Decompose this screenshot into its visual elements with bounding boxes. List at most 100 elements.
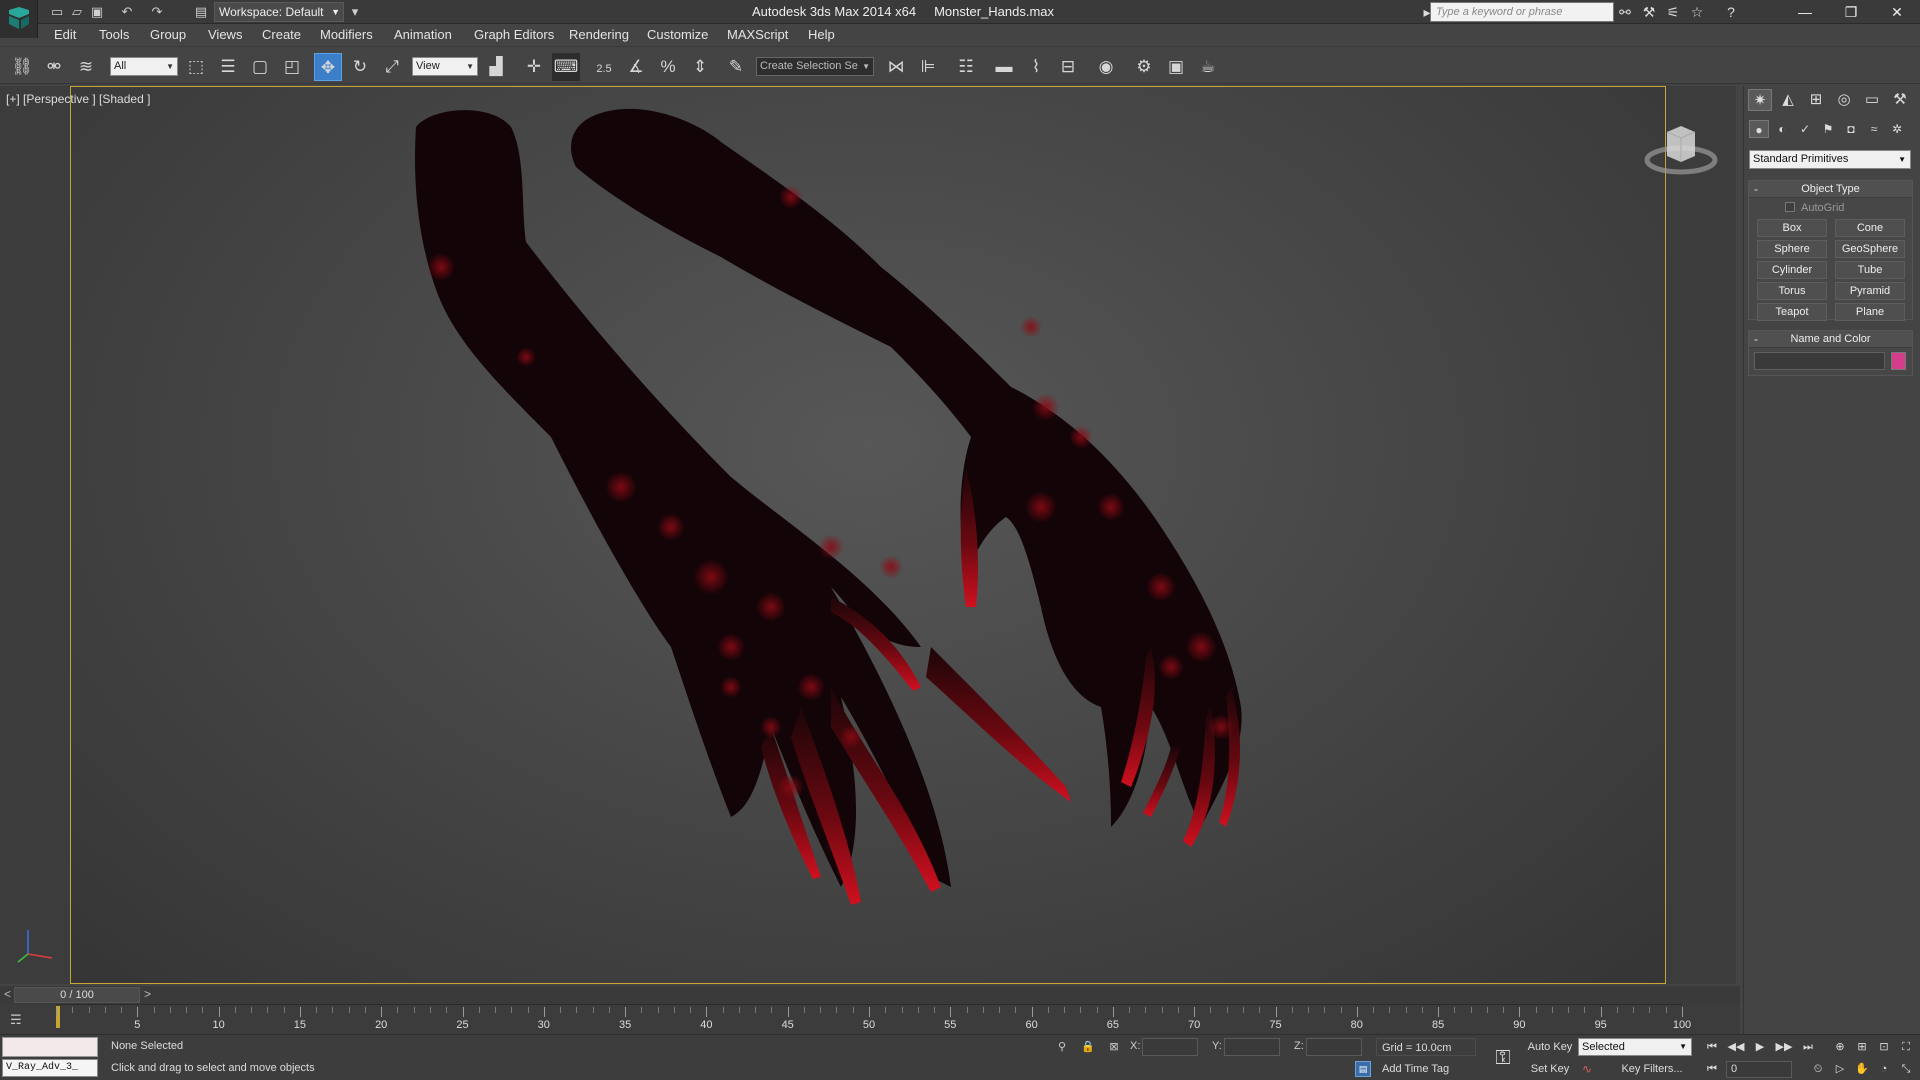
current-frame-field[interactable]: 0 [1726, 1061, 1792, 1078]
time-slider[interactable]: < 0 / 100 > [0, 986, 1740, 1004]
y-coord-field[interactable] [1224, 1038, 1280, 1056]
edit-named-selection-icon[interactable]: ✎ [722, 53, 750, 81]
keyboard-shortcut-override-icon[interactable]: ⌨ [552, 53, 580, 81]
previous-frame-icon[interactable]: ◀◀ [1726, 1038, 1746, 1056]
menu-rendering[interactable]: Rendering [569, 27, 629, 42]
menu-create[interactable]: Create [262, 27, 301, 42]
menu-maxscript[interactable]: MAXScript [727, 27, 788, 42]
next-frame-icon[interactable]: ▶▶ [1774, 1038, 1794, 1056]
render-setup-icon[interactable]: ⚙ [1130, 53, 1158, 81]
mirror-icon[interactable]: ⋈ [882, 53, 910, 81]
menu-animation[interactable]: Animation [394, 27, 452, 42]
save-file-icon[interactable]: ▣ [88, 3, 106, 21]
torus-button[interactable]: Torus [1757, 282, 1827, 300]
zoom-region-icon[interactable]: ⊡ [1874, 1038, 1894, 1056]
trackbar[interactable]: ☴ 5 10 15 20 25 30 35 40 45 50 55 60 65 70 75 80 85 90 95 1… [0, 1004, 1740, 1034]
object-name-field[interactable] [1754, 352, 1885, 370]
quick-access-dropdown-icon[interactable]: ▾ [346, 3, 364, 21]
close-button[interactable]: ✕ [1874, 0, 1920, 24]
object-type-rollout-header[interactable]: - Object Type [1749, 181, 1912, 198]
plane-button[interactable]: Plane [1835, 303, 1905, 321]
curve-editor-icon[interactable]: ⌇ [1022, 53, 1050, 81]
motion-tab-icon[interactable]: ◎ [1832, 89, 1856, 111]
percent-snap-icon[interactable]: % [654, 53, 682, 81]
reference-coordinate-dropdown[interactable]: View ▼ [412, 57, 478, 76]
bind-space-warp-icon[interactable]: ≋ [72, 53, 100, 81]
go-to-start-icon[interactable]: ⏮ [1702, 1038, 1722, 1056]
menu-modifiers[interactable]: Modifiers [320, 27, 373, 42]
render-production-icon[interactable]: ☕ [1194, 53, 1222, 81]
maximize-viewport-icon[interactable]: ⛶ [1896, 1038, 1916, 1056]
favorites-star-icon[interactable]: ☆ [1688, 3, 1706, 21]
help-icon[interactable]: ? [1722, 3, 1740, 21]
select-and-rotate-icon[interactable]: ↻ [346, 53, 374, 81]
default-in-out-tangents-icon[interactable]: ∿ [1582, 1060, 1602, 1078]
time-tag-icon[interactable]: ▤ [1355, 1061, 1371, 1077]
layer-manager-icon[interactable]: ☷ [952, 53, 980, 81]
menu-group[interactable]: Group [150, 27, 186, 42]
isolate-selection-icon[interactable]: ⚲ [1054, 1039, 1070, 1055]
select-and-manipulate-icon[interactable]: ✛ [520, 53, 548, 81]
zoom-extents-icon[interactable]: ⊕ [1830, 1038, 1850, 1056]
cameras-category-icon[interactable]: ⚑ [1818, 120, 1838, 138]
add-time-tag-button[interactable]: Add Time Tag [1382, 1063, 1449, 1075]
communication-center-icon[interactable]: ⚟ [1664, 3, 1682, 21]
window-crossing-icon[interactable]: ◰ [278, 53, 306, 81]
schematic-view-icon[interactable]: ⊟ [1054, 53, 1082, 81]
pyramid-button[interactable]: Pyramid [1835, 282, 1905, 300]
field-of-view-icon[interactable]: ▷ [1830, 1060, 1850, 1078]
redo-icon[interactable]: ↷ [148, 3, 166, 21]
primitive-category-dropdown[interactable]: Standard Primitives ▼ [1749, 150, 1911, 169]
unlink-icon[interactable]: ⚮ [40, 53, 68, 81]
material-editor-icon[interactable]: ◉ [1092, 53, 1120, 81]
maxscript-listener-mini[interactable] [2, 1037, 98, 1057]
min-max-toggle-icon[interactable]: ⤡ [1896, 1060, 1916, 1078]
utilities-tab-icon[interactable]: ⚒ [1888, 89, 1912, 111]
lights-category-icon[interactable]: ✓ [1795, 120, 1815, 138]
create-tab-icon[interactable]: ✷ [1748, 89, 1772, 111]
rendered-frame-window-icon[interactable]: ▣ [1162, 53, 1190, 81]
menu-graph-editors[interactable]: Graph Editors [474, 27, 554, 42]
open-file-icon[interactable]: ▱ [68, 3, 86, 21]
systems-category-icon[interactable]: ✲ [1887, 120, 1907, 138]
cone-button[interactable]: Cone [1835, 219, 1905, 237]
key-mode-toggle-icon[interactable]: ⏮ [1702, 1060, 1722, 1078]
select-and-scale-icon[interactable]: ⤢ [378, 53, 406, 81]
set-keys-key-icon[interactable]: ⚿ [1488, 1047, 1518, 1069]
orbit-icon[interactable]: ◔ [1874, 1060, 1894, 1078]
menu-help[interactable]: Help [808, 27, 835, 42]
key-mode-dropdown[interactable]: Selected ▼ [1578, 1038, 1692, 1056]
graphite-ribbon-icon[interactable]: ▬ [990, 53, 1018, 81]
maxscript-field[interactable]: V_Ray_Adv_3_ [2, 1059, 98, 1077]
angle-snap-icon[interactable]: ∡ [622, 53, 650, 81]
pan-view-icon[interactable]: ✋ [1852, 1060, 1872, 1078]
time-configuration-icon[interactable]: ⏲ [1808, 1060, 1828, 1078]
object-color-swatch[interactable] [1891, 352, 1906, 370]
select-and-move-icon[interactable]: ✥ [314, 53, 342, 81]
zoom-all-icon[interactable]: ⊞ [1852, 1038, 1872, 1056]
snaps-toggle-icon[interactable]: 2.5 [590, 53, 618, 81]
selection-lock-icon[interactable]: 🔒 [1080, 1039, 1096, 1055]
spinner-snap-icon[interactable]: ⇕ [686, 53, 714, 81]
app-menu-button[interactable] [0, 0, 38, 38]
perspective-viewport[interactable] [70, 86, 1666, 984]
hierarchy-tab-icon[interactable]: ⊞ [1804, 89, 1828, 111]
selection-filter-dropdown[interactable]: All ▼ [110, 57, 178, 76]
pivot-center-icon[interactable]: ▟ [482, 53, 510, 81]
cylinder-button[interactable]: Cylinder [1757, 261, 1827, 279]
project-folder-icon[interactable]: ▤ [192, 3, 210, 21]
restore-button[interactable]: ❐ [1828, 0, 1874, 24]
shapes-category-icon[interactable]: ◐ [1772, 120, 1792, 138]
auto-key-button[interactable]: Auto Key [1526, 1038, 1574, 1056]
time-slider-next-button[interactable]: > [144, 987, 151, 1001]
mini-curve-editor-icon[interactable]: ☴ [10, 1012, 30, 1028]
geosphere-button[interactable]: GeoSphere [1835, 240, 1905, 258]
align-icon[interactable]: ⊫ [914, 53, 942, 81]
search-input[interactable]: Type a keyword or phrase [1430, 2, 1614, 22]
rectangular-selection-icon[interactable]: ▢ [246, 53, 274, 81]
autogrid-checkbox[interactable]: AutoGrid [1785, 202, 1844, 214]
z-coord-field[interactable] [1306, 1038, 1362, 1056]
modify-tab-icon[interactable]: ◭ [1776, 89, 1800, 111]
go-to-end-icon[interactable]: ⏭ [1798, 1038, 1818, 1056]
menu-customize[interactable]: Customize [647, 27, 708, 42]
